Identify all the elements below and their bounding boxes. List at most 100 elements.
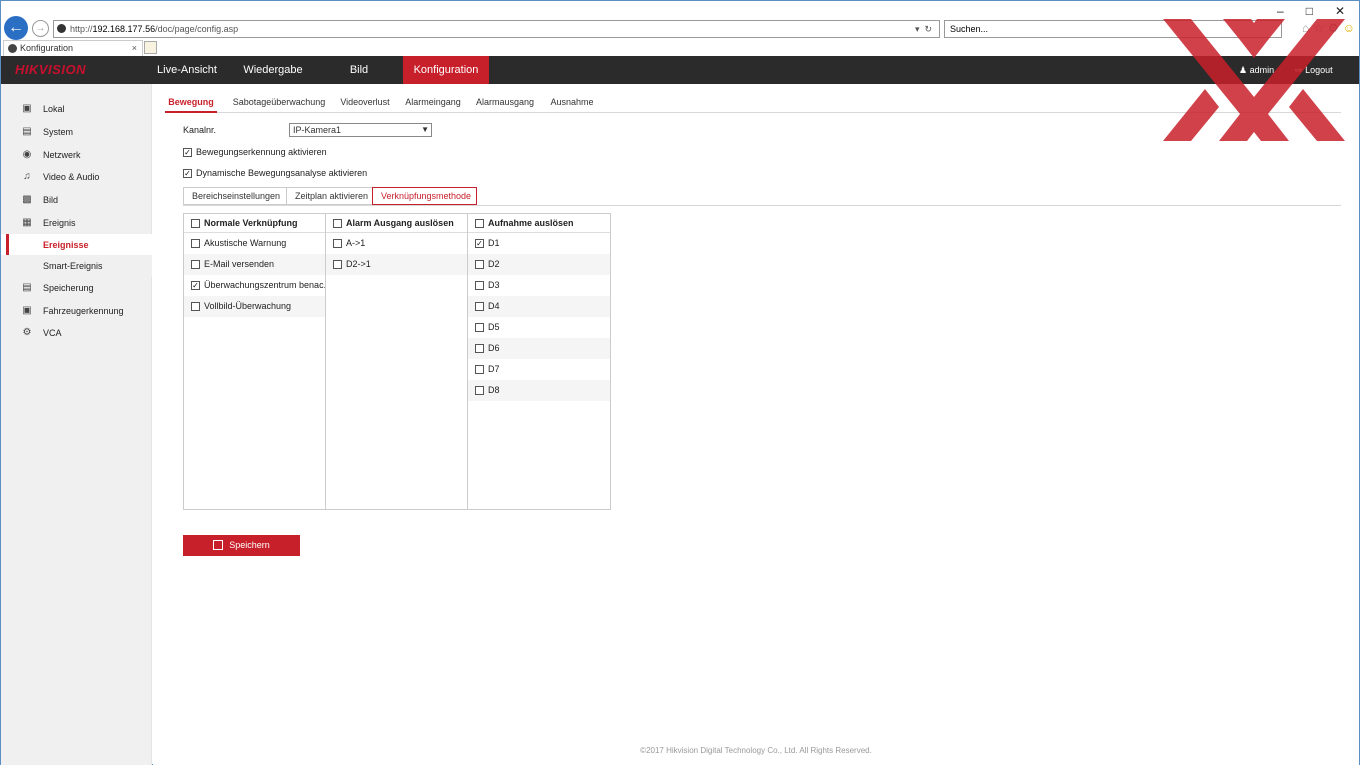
record-checkbox[interactable] bbox=[475, 302, 484, 312]
main-content: Bewegung Sabotageüberwachung Videoverlus… bbox=[153, 84, 1359, 765]
linkage-table: Normale Verknüpfung Akustische Warnung E… bbox=[183, 213, 611, 510]
nav-configuration[interactable]: Konfiguration bbox=[403, 56, 489, 84]
record-label: D6 bbox=[488, 343, 500, 353]
sidebar-item-label: VCA bbox=[43, 328, 62, 338]
browser-window: ← → http://192.168.177.56/doc/page/confi… bbox=[0, 0, 1360, 765]
sidebar-item-label: Ereignis bbox=[43, 218, 76, 228]
dynamic-analysis-label: Dynamische Bewegungsanalyse aktivieren bbox=[196, 168, 368, 178]
image-icon: ▩ bbox=[22, 194, 32, 205]
nav-live-view[interactable]: Live-Ansicht bbox=[149, 56, 225, 84]
record-header: Aufnahme auslösen bbox=[468, 214, 610, 233]
record-checkbox[interactable] bbox=[475, 365, 484, 375]
linkage-checkbox[interactable] bbox=[191, 239, 200, 249]
alarm-output-column: Alarm Ausgang auslösen A->1 D2->1 bbox=[326, 214, 468, 509]
tab-bewegung[interactable]: Bewegung bbox=[165, 94, 217, 113]
linkage-label: E-Mail versenden bbox=[204, 259, 275, 269]
linkage-checkbox[interactable] bbox=[191, 260, 200, 270]
list-item: E-Mail versenden bbox=[184, 254, 325, 275]
channel-select[interactable]: IP-Kamera1 ▼ bbox=[289, 123, 432, 137]
save-button[interactable]: Speichern bbox=[183, 535, 300, 556]
site-icon bbox=[57, 24, 66, 33]
address-bar[interactable]: http://192.168.177.56/doc/page/config.as… bbox=[53, 20, 940, 38]
window-controls: – □ ✕ bbox=[1255, 4, 1345, 18]
step-area-settings[interactable]: Bereichseinstellungen bbox=[183, 187, 286, 205]
record-checkbox[interactable] bbox=[475, 386, 484, 396]
maximize-icon[interactable]: □ bbox=[1306, 4, 1313, 18]
list-item: D7 bbox=[468, 359, 610, 380]
alarm-output-label: A->1 bbox=[346, 238, 366, 248]
monitor-icon: ▣ bbox=[22, 103, 32, 114]
nav-picture[interactable]: Bild bbox=[329, 56, 389, 84]
sidebar-item-label: Fahrzeugerkennung bbox=[43, 306, 124, 316]
logout-icon: ⇨ bbox=[1295, 65, 1303, 75]
config-steps: Bereichseinstellungen Zeitplan aktiviere… bbox=[183, 187, 1341, 206]
sidebar-item-fahrzeugerkennung[interactable]: ▣ Fahrzeugerkennung bbox=[1, 300, 152, 322]
smiley-icon[interactable]: ☺ bbox=[1343, 21, 1355, 35]
storage-icon: ▤ bbox=[22, 282, 32, 293]
tab-alarmausgang[interactable]: Alarmausgang bbox=[475, 94, 535, 113]
minimize-icon[interactable]: – bbox=[1277, 4, 1284, 18]
home-icon[interactable]: ⌂ bbox=[1302, 21, 1309, 35]
record-all-checkbox[interactable] bbox=[475, 219, 484, 229]
sidebar-item-vca[interactable]: ⚙ VCA bbox=[1, 322, 152, 344]
step-schedule[interactable]: Zeitplan aktivieren bbox=[286, 187, 372, 205]
new-tab-button[interactable] bbox=[144, 41, 157, 54]
toolbar-icons: ⌂ ☆ ⚙ ☺ bbox=[1298, 21, 1355, 35]
browser-tab[interactable]: Konfiguration × bbox=[3, 40, 143, 56]
nav-playback[interactable]: Wiedergabe bbox=[235, 56, 311, 84]
dropdown-icon[interactable]: ▾ bbox=[915, 24, 920, 34]
tab-sabotage[interactable]: Sabotageüberwachung bbox=[231, 94, 327, 113]
close-icon[interactable]: ✕ bbox=[1335, 4, 1345, 18]
star-icon[interactable]: ☆ bbox=[1313, 21, 1324, 35]
alarm-output-checkbox[interactable] bbox=[333, 260, 342, 270]
record-checkbox[interactable]: ✓ bbox=[475, 239, 484, 249]
refresh-icon[interactable]: ↻ bbox=[925, 24, 933, 34]
alarm-output-all-checkbox[interactable] bbox=[333, 219, 342, 229]
list-item: A->1 bbox=[326, 233, 467, 254]
sidebar-item-video-audio[interactable]: ♫ Video & Audio bbox=[1, 166, 152, 188]
dynamic-analysis-checkbox[interactable]: ✓ bbox=[183, 169, 192, 179]
record-checkbox[interactable] bbox=[475, 281, 484, 291]
sidebar-item-system[interactable]: ▤ System bbox=[1, 121, 152, 143]
logout-button[interactable]: ⇨ Logout bbox=[1295, 56, 1333, 84]
alarm-output-header: Alarm Ausgang auslösen bbox=[326, 214, 467, 233]
back-arrow-icon[interactable]: ← bbox=[4, 16, 28, 40]
globe-icon: ◉ bbox=[22, 149, 32, 160]
tab-close-icon[interactable]: × bbox=[132, 41, 137, 56]
sidebar-item-ereignisse[interactable]: Ereignisse bbox=[1, 234, 152, 256]
enable-motion-checkbox[interactable]: ✓ bbox=[183, 148, 192, 158]
linkage-label: Überwachungszentrum benac... bbox=[204, 280, 325, 290]
search-input[interactable]: Suchen... bbox=[944, 20, 1282, 38]
record-checkbox[interactable] bbox=[475, 323, 484, 333]
step-linkage-method[interactable]: Verknüpfungsmethode bbox=[372, 187, 477, 205]
linkage-checkbox[interactable] bbox=[191, 302, 200, 312]
alarm-output-checkbox[interactable] bbox=[333, 239, 342, 249]
tab-alarmeingang[interactable]: Alarmeingang bbox=[405, 94, 461, 113]
column-header-label: Normale Verknüpfung bbox=[204, 218, 298, 228]
settings-icon[interactable]: ⚙ bbox=[1328, 21, 1339, 35]
normal-linkage-all-checkbox[interactable] bbox=[191, 219, 200, 229]
record-checkbox[interactable] bbox=[475, 260, 484, 270]
linkage-checkbox[interactable]: ✓ bbox=[191, 281, 200, 291]
forward-arrow-icon[interactable]: → bbox=[32, 20, 49, 37]
sidebar-item-netzwerk[interactable]: ◉ Netzwerk bbox=[1, 144, 152, 166]
list-item: D2 bbox=[468, 254, 610, 275]
sidebar-item-smart-ereignis[interactable]: Smart-Ereignis bbox=[1, 255, 152, 277]
sidebar-item-ereignis[interactable]: ▦ Ereignis bbox=[1, 212, 152, 234]
channel-label: Kanalnr. bbox=[183, 125, 217, 135]
tab-title: Konfiguration bbox=[20, 43, 74, 53]
tab-videoverlust[interactable]: Videoverlust bbox=[339, 94, 391, 113]
record-label: D4 bbox=[488, 301, 500, 311]
sidebar-item-lokal[interactable]: ▣ Lokal bbox=[1, 98, 152, 120]
sidebar-item-speicherung[interactable]: ▤ Speicherung bbox=[1, 277, 152, 299]
sidebar-item-label: Smart-Ereignis bbox=[43, 261, 103, 271]
username: admin bbox=[1249, 65, 1275, 75]
address-controls: ▾ ↻ bbox=[915, 20, 932, 38]
column-header-label: Alarm Ausgang auslösen bbox=[346, 218, 454, 228]
enable-motion-label: Bewegungserkennung aktivieren bbox=[196, 147, 327, 157]
tab-ausnahme[interactable]: Ausnahme bbox=[547, 94, 597, 113]
user-menu[interactable]: ♟ admin bbox=[1239, 56, 1274, 84]
url-path: /doc/page/config.asp bbox=[155, 24, 239, 34]
sidebar-item-bild[interactable]: ▩ Bild bbox=[1, 189, 152, 211]
record-checkbox[interactable] bbox=[475, 344, 484, 354]
